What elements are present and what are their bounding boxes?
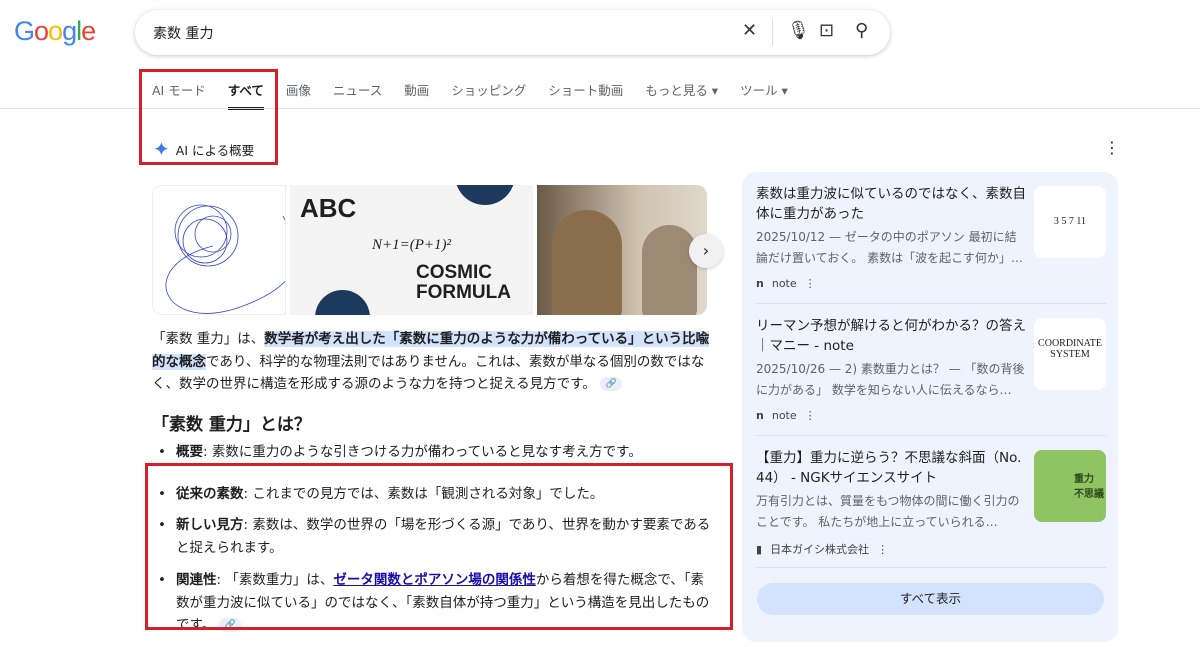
ai-overview-header: ✦ AI による概要 bbox=[153, 137, 254, 161]
bullet-term: 概要 bbox=[176, 444, 203, 460]
more-icon[interactable]: ⋮ bbox=[877, 543, 888, 556]
tab-news[interactable]: ニュース bbox=[333, 80, 382, 110]
sources-panel: 素数は重力波に似ているのではなく、素数自体に重力があった 2025/10/12 … bbox=[742, 172, 1118, 642]
ai-overview-label: AI による概要 bbox=[175, 142, 255, 158]
source-site: n note ⋮ bbox=[756, 409, 1106, 422]
microphone-icon[interactable]: 🎙 bbox=[787, 20, 810, 41]
image-text: N+1=(P+1)² bbox=[372, 237, 452, 253]
image-spiral-plot[interactable] bbox=[152, 185, 286, 315]
section-heading: 「素数 重力」とは？ bbox=[152, 415, 311, 435]
tab-tools[interactable]: ツール ▾ bbox=[740, 80, 788, 110]
image-cosmic-formula[interactable]: ABC N+1=(P+1)² COSMIC FORMULA bbox=[290, 185, 533, 315]
search-input[interactable]: 素数 重力 bbox=[153, 23, 213, 43]
planet-shape bbox=[315, 290, 370, 315]
tab-images[interactable]: 画像 bbox=[286, 80, 311, 110]
source-title[interactable]: 【重力】重力に逆らう？不思議な斜面（No. 44） - NGKサイエンスサイト bbox=[756, 448, 1026, 488]
bullet-text: : 素数に重力のような引きつける力が備わっていると見なす考え方です。 bbox=[203, 444, 642, 460]
source-title[interactable]: 素数は重力波に似ているのではなく、素数自体に重力があった bbox=[756, 184, 1026, 224]
source-thumbnail[interactable]: 重力 不思議 bbox=[1034, 450, 1106, 522]
site-name: 日本ガイシ株式会社 bbox=[770, 543, 870, 556]
clear-icon[interactable]: ✕ bbox=[742, 20, 757, 41]
image-text: ABC bbox=[300, 193, 357, 223]
lens-icon[interactable]: ⊡ bbox=[819, 20, 834, 41]
source-snippet: 2025/10/26 — 2) 素数重力とは？ — 「数の背後に力がある」 数学… bbox=[756, 362, 1025, 397]
note-favicon-icon: n bbox=[756, 409, 764, 422]
tab-shopping[interactable]: ショッピング bbox=[451, 80, 526, 110]
owl-shape bbox=[552, 210, 622, 315]
source-title[interactable]: リーマン予想が解けると何がわかる？の答え｜マニー - note bbox=[756, 316, 1026, 356]
divider bbox=[772, 19, 773, 46]
list-item: 概要: 素数に重力のような引きつける力が備わっていると見なす考え方です。 bbox=[152, 441, 712, 464]
source-snippet: 万有引力とは、質量をもつ物体の間に働く引力のことです。 私たちが地上に立っていら… bbox=[756, 494, 1020, 529]
highlight-box bbox=[145, 463, 733, 630]
note-favicon-icon: n bbox=[756, 277, 764, 290]
image-owls[interactable] bbox=[537, 185, 707, 315]
planet-shape bbox=[455, 185, 515, 205]
search-icon[interactable]: ⚲ bbox=[855, 20, 868, 41]
tab-videos[interactable]: 動画 bbox=[404, 80, 429, 110]
search-box[interactable]: 素数 重力 ✕ 🎙 ⊡ ⚲ bbox=[135, 10, 890, 55]
source-thumbnail[interactable]: COORDINATE SYSTEM bbox=[1034, 318, 1106, 390]
image-text: COSMIC FORMULA bbox=[416, 262, 511, 303]
more-icon[interactable]: ⋮ bbox=[805, 277, 816, 290]
source-site: ▮ 日本ガイシ株式会社 ⋮ bbox=[756, 541, 1106, 557]
more-options-icon[interactable]: ⋮ bbox=[1104, 138, 1120, 157]
source-card[interactable]: リーマン予想が解けると何がわかる？の答え｜マニー - note 2025/10/… bbox=[756, 316, 1106, 436]
carousel-next-button[interactable]: › bbox=[689, 234, 723, 268]
link-chip-icon[interactable]: 🔗 bbox=[600, 377, 623, 391]
ai-overview-intro: 「素数 重力」は、数学者が考え出した「素数に重力のような力が備わっている」という… bbox=[152, 328, 712, 396]
show-all-button[interactable]: すべて表示 bbox=[757, 583, 1104, 615]
sparkle-icon: ✦ bbox=[153, 137, 170, 161]
source-site: n note ⋮ bbox=[756, 277, 1106, 290]
tab-short-videos[interactable]: ショート動画 bbox=[548, 80, 623, 110]
source-thumbnail[interactable]: 3 5 7 11 bbox=[1034, 186, 1106, 258]
site-name: note bbox=[771, 409, 797, 422]
site-name: note bbox=[771, 277, 797, 290]
intro-text: 「素数 重力」は、 bbox=[152, 331, 265, 347]
google-logo[interactable]: Google bbox=[14, 16, 96, 47]
more-icon[interactable]: ⋮ bbox=[805, 409, 816, 422]
source-snippet: 2025/10/12 — ゼータの中のポアソン 最初に結論だけ置いておく。 素数… bbox=[756, 230, 1023, 265]
owl-shape bbox=[642, 225, 697, 315]
source-card[interactable]: 素数は重力波に似ているのではなく、素数自体に重力があった 2025/10/12 … bbox=[756, 184, 1106, 304]
ngk-favicon-icon: ▮ bbox=[756, 542, 763, 556]
tab-more[interactable]: もっと見る ▾ bbox=[645, 80, 718, 110]
source-card[interactable]: 【重力】重力に逆らう？不思議な斜面（No. 44） - NGKサイエンスサイト … bbox=[756, 448, 1106, 568]
